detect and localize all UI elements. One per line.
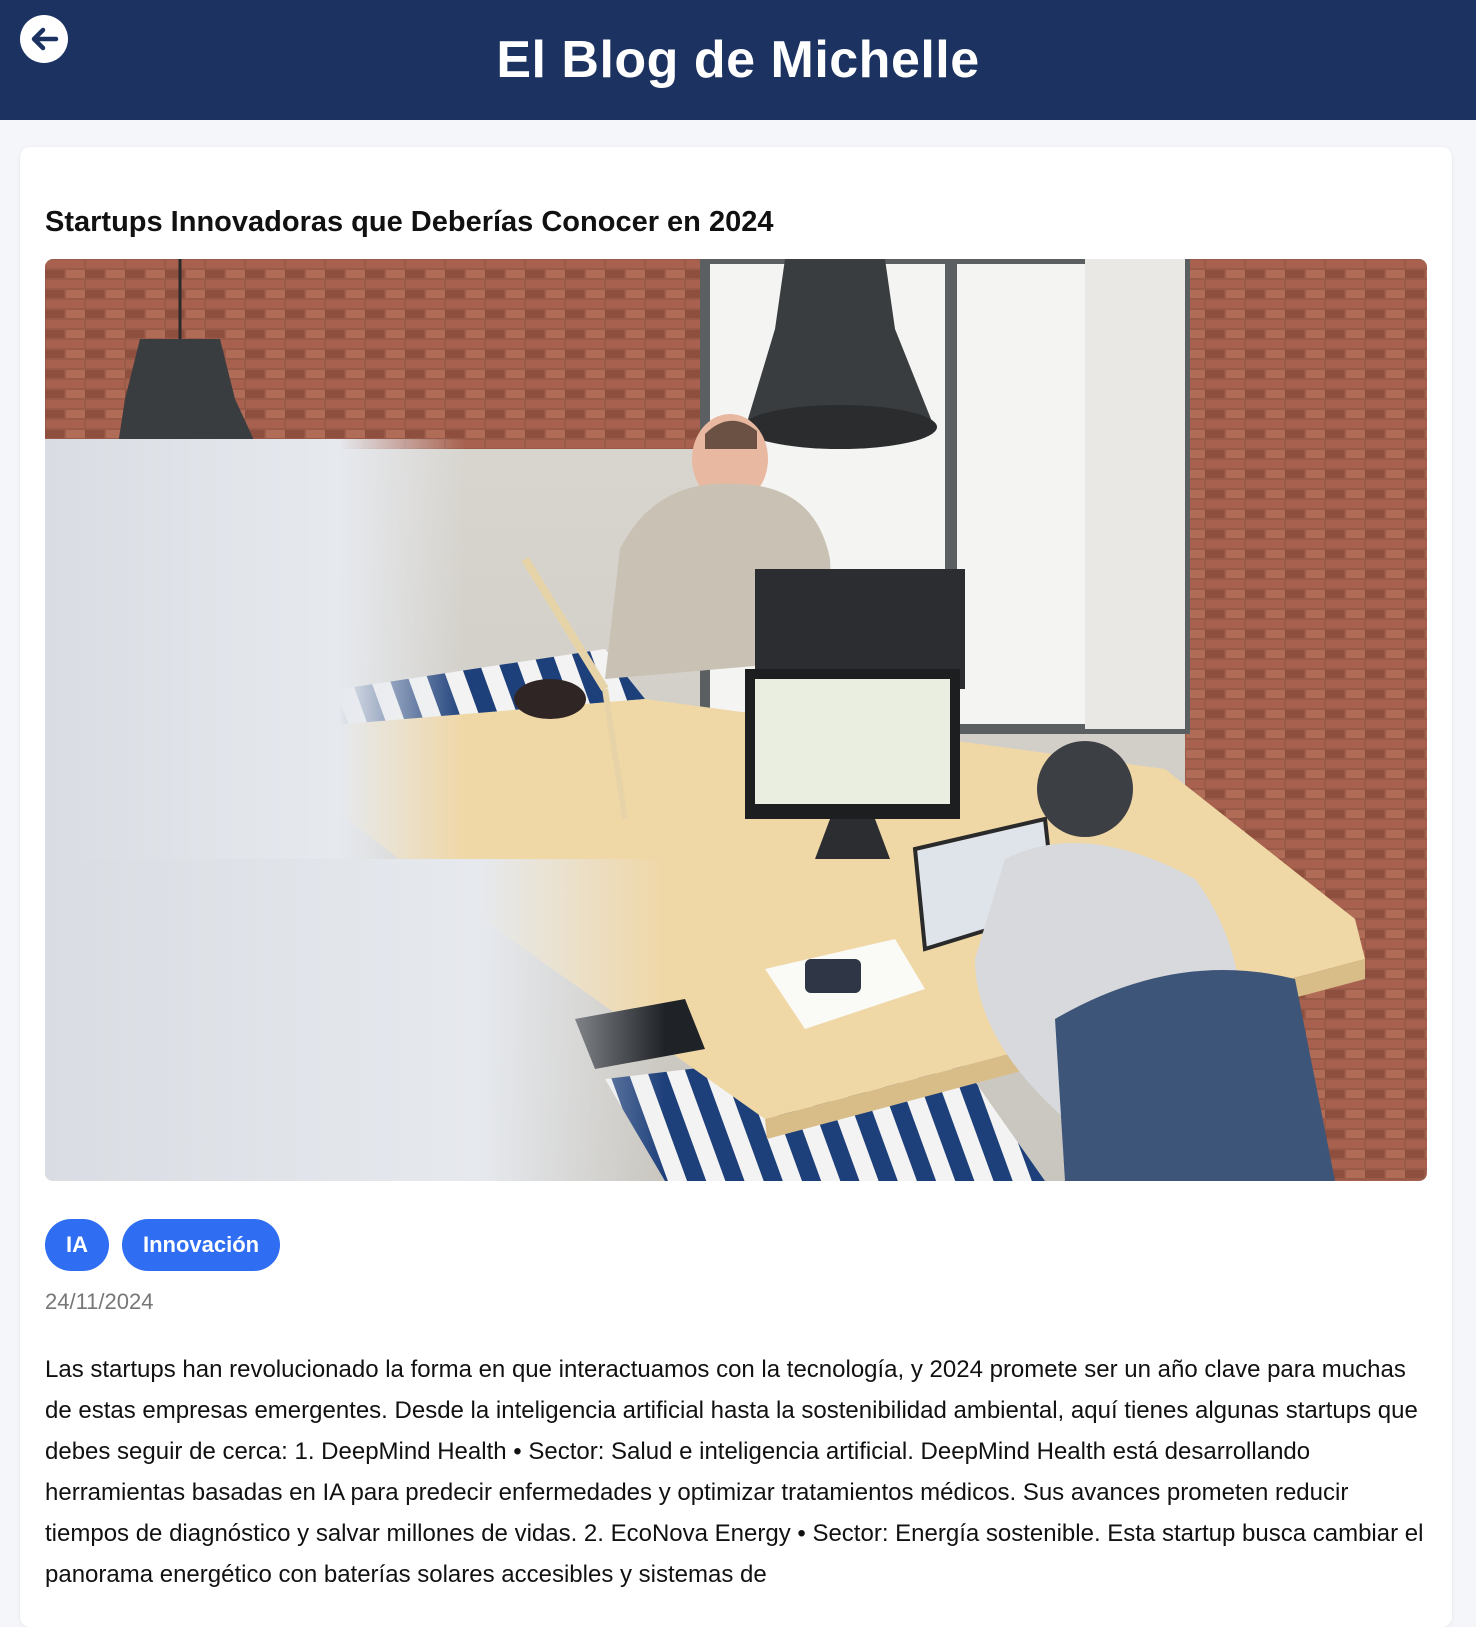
post-card: Startups Innovadoras que Deberías Conoce…	[20, 147, 1452, 1627]
site-title: El Blog de Michelle	[496, 31, 980, 89]
tag-list: IA Innovación	[45, 1219, 1427, 1271]
post-date: 24/11/2024	[45, 1289, 154, 1314]
post-hero-image	[45, 259, 1427, 1181]
tag-innovacion[interactable]: Innovación	[122, 1219, 281, 1271]
tag-ia[interactable]: IA	[45, 1219, 109, 1271]
post-body: Las startups han revolucionado la forma …	[45, 1356, 1424, 1588]
arrow-left-icon	[31, 27, 59, 51]
site-header: El Blog de Michelle	[0, 0, 1476, 120]
post-title: Startups Innovadoras que Deberías Conoce…	[45, 206, 774, 238]
back-button[interactable]	[20, 15, 68, 63]
